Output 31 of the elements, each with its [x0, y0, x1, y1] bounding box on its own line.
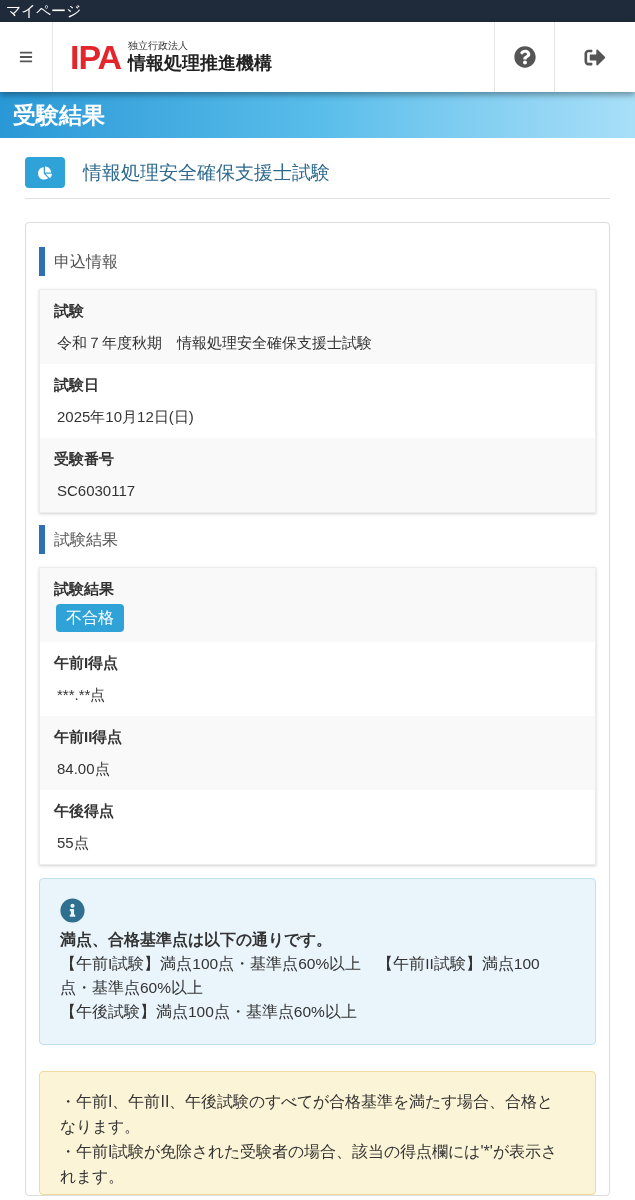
exam-title: 情報処理安全確保支援士試験 — [83, 160, 330, 185]
section-heading: 申込情報 — [39, 247, 118, 276]
notice-text: ・午前I、午前II、午後試験のすべてが合格基準を満たす場合、合格となります。 — [60, 1092, 555, 1137]
info-text: 【午後試験】満点100点・基準点60%以上 — [60, 1002, 358, 1022]
field-value: ***.**点 — [56, 685, 107, 705]
field-value: 84.00点 — [56, 759, 111, 779]
field-label: 試験 — [54, 301, 85, 321]
field-label: 午前I得点 — [54, 653, 120, 673]
logo-subtitle: 独立行政法人 — [128, 40, 190, 52]
menu-icon — [19, 50, 33, 64]
field-label: 午前II得点 — [54, 727, 124, 747]
result-badge: 不合格 — [56, 604, 124, 632]
notice-text: ・午前I試験が免除された受験者の場合、該当の得点欄には'*'が表示されます。 — [60, 1142, 558, 1187]
field-value: SC6030117 — [56, 481, 137, 501]
logo-name: 情報処理推進機構 — [128, 52, 273, 74]
field-label: 試験日 — [54, 375, 100, 395]
info-icon — [60, 898, 85, 923]
chart-pie-icon — [25, 157, 65, 188]
screen-title: マイページ — [6, 1, 81, 21]
page-title: 受験結果 — [13, 101, 105, 130]
field-label: 受験番号 — [54, 449, 115, 469]
logo-wordmark: IPA — [70, 40, 122, 74]
info-heading: 満点、合格基準点は以下の通りです。 — [60, 930, 333, 950]
info-text: 【午前I試験】満点100点・基準点60%以上 【午前II試験】満点100点・基準点60%以上 — [60, 954, 541, 998]
field-value: 55点 — [56, 833, 90, 853]
field-label: 午後得点 — [54, 801, 115, 821]
field-label: 試験結果 — [54, 579, 115, 599]
section-heading: 試験結果 — [39, 525, 118, 554]
field-value: 2025年10月12日(日) — [56, 407, 195, 427]
field-value: 令和７年度秋期 情報処理安全確保支援士試験 — [56, 333, 373, 353]
help-icon — [513, 46, 536, 68]
